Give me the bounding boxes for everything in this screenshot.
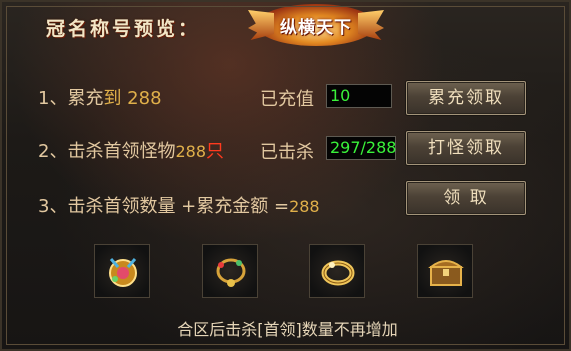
- task-row-2: 2、击杀首领怪物288只: [38, 137, 224, 163]
- reward-slot-1[interactable]: [94, 244, 150, 298]
- task-row-2-number: 2、: [38, 141, 68, 162]
- task-row-3-count: 288: [289, 197, 320, 216]
- task-row-3-number: 3、: [38, 196, 68, 217]
- footer-note: 合区后击杀[首领]数量不再增加: [177, 320, 398, 339]
- title-badge: 纵横天下: [248, 4, 384, 46]
- kill-claim-button[interactable]: 打怪领取: [406, 131, 526, 165]
- task-row-2-text: 击杀首领怪物: [67, 141, 176, 162]
- panel-title: 冠名称号预览：: [46, 18, 201, 40]
- medal-icon: [109, 258, 137, 287]
- treasure-chest-icon: [428, 260, 464, 286]
- task-row-3: 3、击杀首领数量 +累充金额 =288: [38, 192, 320, 218]
- recharge-claim-button[interactable]: 累充领取: [406, 81, 526, 115]
- bracelet-icon: [321, 260, 355, 286]
- recharged-label: 已充值: [260, 89, 314, 110]
- task-row-1-text: 累充: [67, 88, 104, 109]
- recharged-value: 10: [326, 84, 392, 108]
- killed-label: 已击杀: [260, 142, 314, 163]
- reward-slot-3[interactable]: [309, 244, 365, 298]
- task-row-2-count: 288: [175, 142, 206, 161]
- reward-slot-4[interactable]: [417, 244, 473, 298]
- reward-panel: 冠名称号预览： 纵横天下 1、累充到 288 已充值 10 累充领取 2、击杀首…: [0, 0, 571, 351]
- task-row-3-text: 击杀首领数量 +累充金额 =: [67, 196, 290, 217]
- badge-text: 纵横天下: [280, 18, 352, 38]
- task-row-1-target: 到 288: [103, 88, 162, 109]
- task-row-2-unit: 只: [206, 141, 224, 162]
- killed-value: 297/288: [326, 136, 396, 160]
- task-row-1-number: 1、: [38, 88, 68, 109]
- reward-slot-2[interactable]: [202, 244, 258, 298]
- combined-claim-button[interactable]: 领 取: [406, 181, 526, 215]
- task-row-1: 1、累充到 288: [38, 84, 162, 110]
- necklace-icon: [216, 258, 246, 287]
